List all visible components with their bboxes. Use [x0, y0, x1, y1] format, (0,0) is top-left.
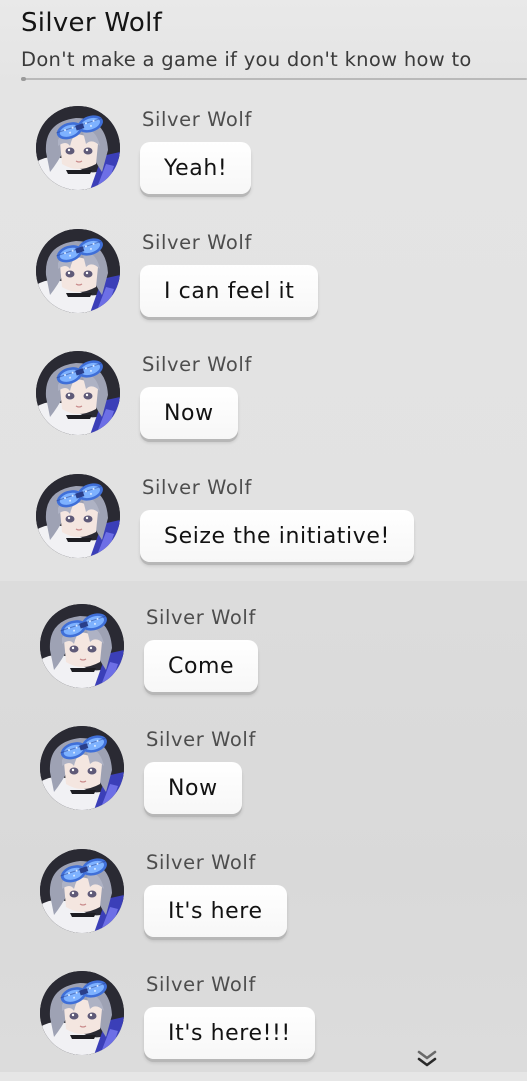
message-bubble: Seize the initiative!: [140, 510, 414, 562]
message-bubble: I can feel it: [140, 265, 319, 317]
chat-subtitle: Don't make a game if you don't know how …: [21, 48, 472, 71]
sender-name: Silver Wolf: [142, 476, 252, 499]
avatar[interactable]: [36, 474, 120, 558]
avatar[interactable]: [36, 229, 120, 313]
avatar[interactable]: [40, 971, 124, 1055]
message-item: Silver Wolf It's here: [40, 849, 480, 959]
silver-wolf-avatar-image: [40, 971, 124, 1055]
message-item: Silver Wolf Come: [40, 604, 480, 714]
silver-wolf-avatar-image: [36, 474, 120, 558]
avatar[interactable]: [36, 106, 120, 190]
message-item: Silver Wolf Now: [36, 351, 476, 461]
message-bubble: It's here: [144, 885, 287, 937]
avatar[interactable]: [40, 849, 124, 933]
avatar[interactable]: [36, 351, 120, 435]
sender-name: Silver Wolf: [146, 606, 256, 629]
chat-header: Silver Wolf Don't make a game if you don…: [0, 0, 527, 86]
silver-wolf-avatar-image: [40, 726, 124, 810]
avatar[interactable]: [40, 604, 124, 688]
message-bubble: Now: [144, 762, 242, 814]
header-divider: [21, 78, 527, 80]
sender-name: Silver Wolf: [142, 231, 252, 254]
sender-name: Silver Wolf: [142, 353, 252, 376]
message-bubble: Now: [140, 387, 238, 439]
scroll-progress-indicator: [21, 77, 26, 81]
silver-wolf-avatar-image: [40, 849, 124, 933]
message-bubble: Come: [144, 640, 259, 692]
silver-wolf-avatar-image: [36, 229, 120, 313]
avatar[interactable]: [40, 726, 124, 810]
message-item: Silver Wolf Seize the initiative!: [36, 474, 476, 584]
sender-name: Silver Wolf: [146, 973, 256, 996]
silver-wolf-avatar-image: [36, 106, 120, 190]
chat-title: Silver Wolf: [21, 8, 163, 38]
message-bubble: It's here!!!: [144, 1007, 315, 1059]
silver-wolf-avatar-image: [40, 604, 124, 688]
sender-name: Silver Wolf: [142, 108, 252, 131]
message-bubble: Yeah!: [140, 142, 252, 194]
message-item: Silver Wolf Now: [40, 726, 480, 836]
sender-name: Silver Wolf: [146, 728, 256, 751]
message-item: Silver Wolf Yeah!: [36, 106, 476, 216]
message-item: Silver Wolf I can feel it: [36, 229, 476, 339]
silver-wolf-avatar-image: [36, 351, 120, 435]
sender-name: Silver Wolf: [146, 851, 256, 874]
double-chevron-down-icon[interactable]: [414, 1048, 440, 1070]
